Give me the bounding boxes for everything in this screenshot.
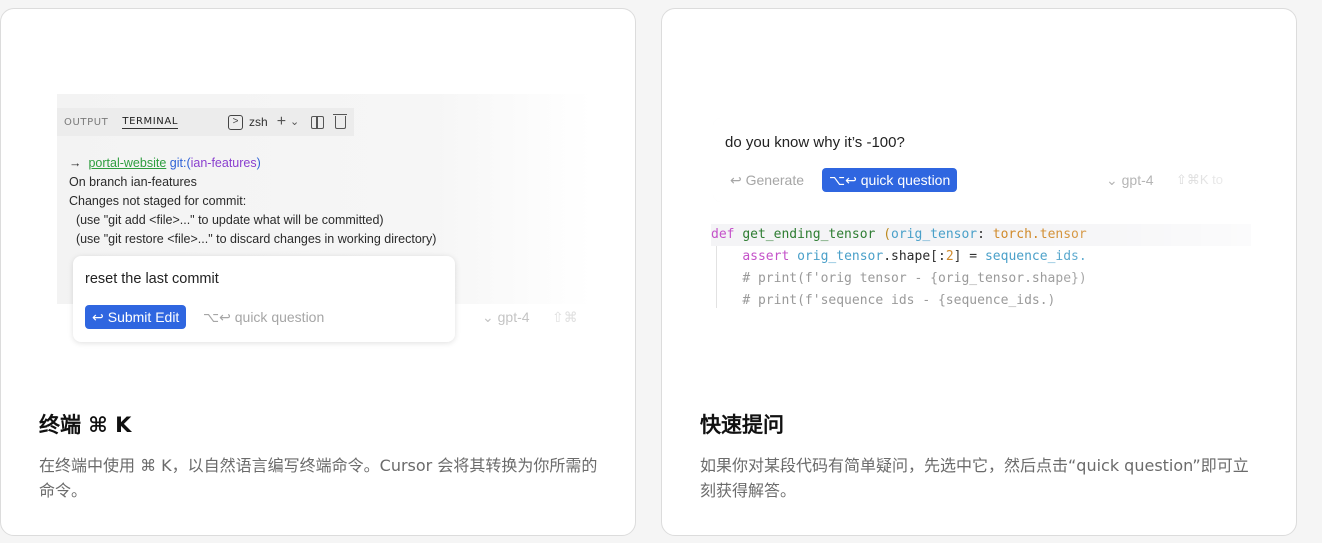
code-line[interactable]: def get_ending_tensor (orig_tensor: torc… — [711, 224, 1251, 246]
code-token: ( — [883, 227, 892, 242]
code-token: orig_tensor — [891, 227, 978, 242]
cmdk-input[interactable]: reset the last commit — [85, 271, 219, 287]
model-label: gpt-4 — [1121, 172, 1154, 188]
code-comment: # print(f'orig tensor - {orig_tensor.sha… — [742, 271, 1087, 286]
git-label: git:( — [169, 156, 191, 170]
trash-icon[interactable] — [333, 113, 348, 129]
generate-button[interactable]: ↩ Generate — [730, 172, 804, 189]
shell-label[interactable]: zsh — [249, 115, 268, 129]
submit-edit-button[interactable]: ↩ Submit Edit — [85, 305, 187, 329]
code-token: ] = — [953, 249, 985, 264]
quick-question-button[interactable]: ⌥↩ quick question — [822, 168, 958, 192]
code-token: 2 — [945, 249, 954, 264]
git-close: ) — [256, 156, 261, 170]
code-line[interactable]: assert orig_tensor.shape[:2] = sequence_… — [711, 246, 1251, 268]
terminal-line: Changes not staged for commit: — [69, 194, 247, 208]
code-token: torch — [992, 227, 1032, 242]
code-token: get_ending_tensor — [742, 227, 876, 242]
code-token: .shape — [883, 249, 931, 264]
card-title: 快速提问 — [700, 413, 784, 437]
question-input[interactable]: do you know why it’s -100? — [725, 134, 905, 151]
cmdk-prompt-box: reset the last commit ↩ Submit Edit ⌥↩ q… — [73, 256, 455, 342]
chevron-down-icon[interactable]: ⌄ — [290, 116, 299, 128]
terminal-output: → portal-website git:(ian-features) On b… — [69, 154, 436, 249]
return-icon: ↩ — [92, 308, 104, 325]
code-editor: def get_ending_tensor (orig_tensor: torc… — [711, 224, 1251, 314]
terminal-line: (use "git restore <file>..." to discard … — [69, 232, 437, 246]
card-title: 终端 ⌘ K — [39, 413, 132, 437]
card-description: 在终端中使用 ⌘ K，以自然语言编写终端命令。Cursor 会将其转换为你所需的… — [39, 456, 598, 500]
branch-name: ian-features — [190, 156, 257, 170]
model-label: gpt-4 — [497, 309, 530, 325]
code-token: .tensor — [1031, 227, 1087, 242]
code-line[interactable]: # print(f'orig tensor - {orig_tensor.sha… — [711, 268, 1251, 290]
add-terminal-icon[interactable]: + — [277, 114, 286, 130]
code-comment: # print(f'sequence ids - {sequence_ids.) — [742, 293, 1056, 308]
prompt-arrow: → — [69, 156, 82, 170]
shortcut-hint: ⇧⌘K to — [1176, 172, 1224, 187]
repo-name: portal-website — [88, 156, 167, 170]
quick-question-button[interactable]: ⌥↩ quick question — [203, 309, 324, 326]
code-token: def — [711, 227, 735, 242]
code-token: orig_tensor — [797, 249, 884, 264]
submit-edit-label: Submit Edit — [107, 309, 180, 325]
split-terminal-icon[interactable] — [311, 115, 325, 129]
terminal-line: On branch ian-features — [69, 175, 197, 189]
tab-terminal[interactable]: TERMINAL — [122, 116, 179, 129]
card-description: 如果你对某段代码有简单疑问，先选中它，然后点击“quick question”即… — [700, 456, 1249, 500]
model-selector[interactable]: ⌄ gpt-4 — [482, 309, 530, 326]
code-token: assert — [742, 249, 790, 264]
model-selector[interactable]: ⌄ gpt-4 — [1106, 172, 1154, 189]
terminal-shell-icon[interactable]: > — [228, 114, 244, 130]
terminal-line: → portal-website git:(ian-features) — [69, 154, 436, 173]
terminal-line: (use "git add <file>..." to update what … — [69, 213, 384, 227]
shortcut-hint: ⇧⌘ — [552, 309, 578, 325]
code-token: : — [977, 227, 985, 242]
tab-output[interactable]: OUTPUT — [64, 117, 108, 128]
terminal-cmdk-card: OUTPUT TERMINAL > zsh + ⌄ → portal-websi… — [0, 8, 636, 536]
code-token: sequence_ids. — [984, 249, 1087, 264]
quick-question-box: do you know why it’s -100? ↩ Generate ⌥↩… — [713, 118, 1259, 202]
code-line[interactable]: # print(f'sequence ids - {sequence_ids.) — [711, 290, 1251, 312]
code-token: [: — [930, 249, 946, 264]
terminal-tab-bar: OUTPUT TERMINAL > zsh + ⌄ — [57, 108, 354, 136]
